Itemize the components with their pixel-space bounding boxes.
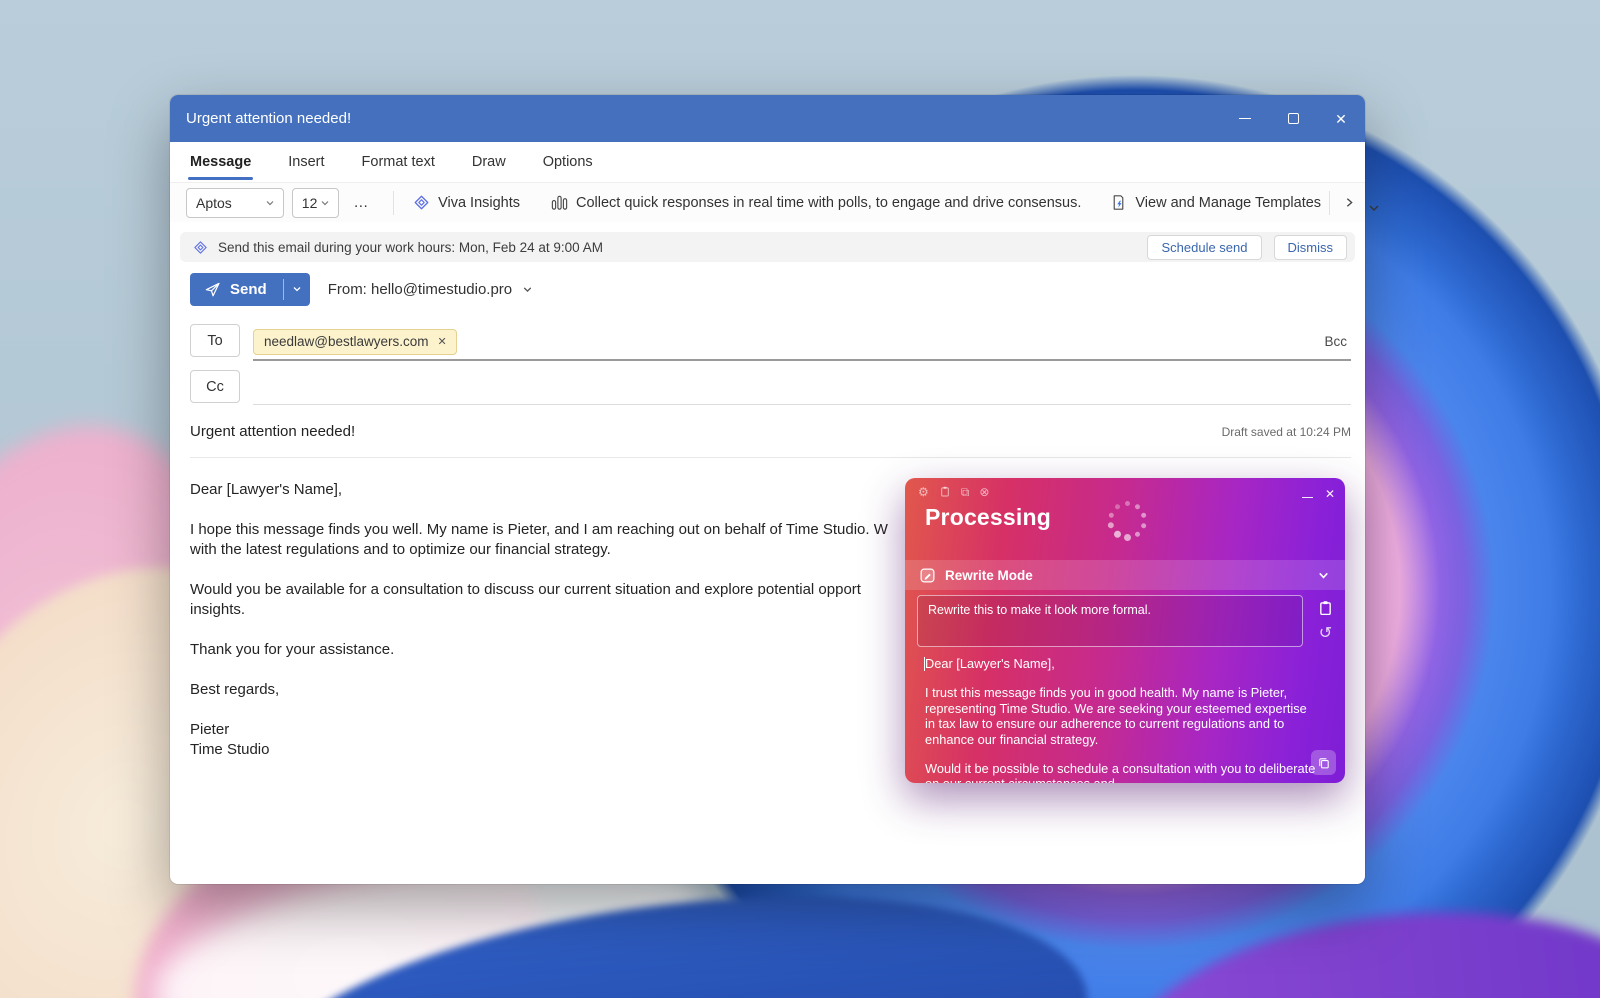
popup-window-controls: ✕ (1302, 487, 1335, 501)
font-size-select[interactable]: 12 (292, 188, 340, 218)
rewrite-mode-bar[interactable]: Rewrite Mode (905, 560, 1345, 590)
chevron-down-icon (521, 283, 534, 296)
ai-output-text: Dear [Lawyer's Name], I trust this messag… (925, 656, 1317, 783)
chevron-down-icon[interactable] (1316, 568, 1331, 583)
to-button[interactable]: To (190, 324, 240, 357)
paste-icon[interactable] (1317, 599, 1334, 617)
loading-spinner-icon (1107, 500, 1147, 540)
draft-status: Draft saved at 10:24 PM (1222, 425, 1351, 439)
dismiss-button[interactable]: Dismiss (1274, 235, 1348, 260)
font-name-select[interactable]: Aptos (186, 188, 284, 218)
titlebar[interactable]: Urgent attention needed! ✕ (170, 95, 1365, 142)
remove-recipient-icon[interactable]: ✕ (438, 335, 447, 348)
toolbar-separator (1329, 191, 1330, 215)
more-formatting-button[interactable]: … (339, 194, 383, 211)
paste-icon[interactable] (939, 485, 951, 498)
send-row: Send From: hello@timestudio.pro (190, 272, 1345, 306)
popup-minimize-icon[interactable] (1302, 497, 1313, 498)
maximize-button[interactable] (1269, 95, 1317, 142)
copy-icon[interactable]: ⧉ (961, 486, 970, 498)
tab-draw[interactable]: Draw (472, 154, 506, 170)
chevron-down-icon (291, 283, 303, 295)
maximize-icon (1288, 113, 1299, 124)
chevron-down-icon (264, 197, 276, 209)
tab-options[interactable]: Options (543, 154, 593, 170)
minimize-button[interactable] (1221, 95, 1269, 142)
chevron-down-icon (319, 197, 331, 209)
toolbar-overflow-button[interactable] (1340, 188, 1359, 218)
ribbon-tabs: Message Insert Format text Draw Options (170, 142, 1365, 182)
chevron-down-icon[interactable] (1366, 201, 1382, 215)
schedule-send-button[interactable]: Schedule send (1147, 235, 1261, 260)
ribbon-toolbar: Aptos 12 … Viva Insights Collect quick r… (170, 182, 1365, 222)
popup-header-icons: ⚙ ⧉ ⊗ (918, 485, 989, 498)
schedule-suggestion-banner: Send this email during your work hours: … (180, 232, 1355, 262)
to-field[interactable]: needlaw@bestlawyers.com ✕ Bcc (253, 324, 1351, 361)
text-cursor (924, 657, 926, 671)
toolbar-separator (393, 191, 394, 215)
send-options-dropdown[interactable] (284, 273, 310, 306)
subject-input[interactable]: Urgent attention needed! (190, 423, 1222, 440)
close-button[interactable]: ✕ (1317, 95, 1365, 142)
close-circle-icon[interactable]: ⊗ (979, 486, 989, 498)
paragraph: Would it be possible to schedule a consu… (925, 761, 1317, 783)
ai-assistant-popup: ⚙ ⧉ ⊗ ✕ Processing Rewrite Mode Rewrite … (905, 478, 1345, 783)
undo-icon[interactable]: ↺ (1319, 626, 1332, 642)
banner-text: Send this email during your work hours: … (218, 240, 1135, 255)
prompt-input[interactable]: Rewrite this to make it look more formal… (917, 595, 1303, 647)
mode-label: Rewrite Mode (945, 568, 1307, 583)
close-icon: ✕ (1335, 112, 1347, 126)
window-title: Urgent attention needed! (186, 110, 1221, 127)
send-icon (203, 280, 222, 299)
gear-icon[interactable]: ⚙ (918, 486, 929, 498)
tab-format-text[interactable]: Format text (362, 154, 435, 170)
cc-button[interactable]: Cc (190, 370, 240, 403)
tab-insert[interactable]: Insert (288, 154, 324, 170)
viva-insights-button[interactable]: Viva Insights (404, 193, 528, 212)
viva-insights-icon (412, 193, 431, 212)
from-selector[interactable]: From: hello@timestudio.pro (328, 281, 534, 298)
cc-field[interactable] (253, 370, 1351, 405)
copy-output-button[interactable] (1311, 750, 1336, 775)
send-button[interactable]: Send (190, 273, 283, 306)
templates-button[interactable]: View and Manage Templates (1101, 193, 1329, 212)
popup-title: Processing (925, 504, 1051, 531)
tab-message[interactable]: Message (190, 154, 251, 170)
template-document-icon (1109, 193, 1128, 212)
prompt-side-actions: ↺ (1317, 599, 1334, 642)
send-split-button: Send (190, 273, 310, 306)
paragraph: I trust this message finds you in good h… (925, 685, 1317, 747)
minimize-icon (1239, 118, 1251, 119)
bcc-toggle[interactable]: Bcc (1320, 334, 1351, 349)
chevron-right-icon (1343, 196, 1356, 209)
paragraph: Dear [Lawyer's Name], (925, 656, 1317, 671)
cc-row: Cc (190, 370, 1351, 406)
subject-row: Urgent attention needed! Draft saved at … (190, 406, 1351, 458)
recipient-chip[interactable]: needlaw@bestlawyers.com ✕ (253, 329, 457, 355)
viva-insights-icon (192, 239, 209, 256)
popup-close-icon[interactable]: ✕ (1325, 487, 1335, 501)
polls-button[interactable]: Collect quick responses in real time wit… (542, 193, 1089, 212)
copy-icon (1317, 756, 1331, 770)
pencil-square-icon (919, 567, 936, 584)
poll-bars-icon (550, 193, 569, 212)
to-row: To needlaw@bestlawyers.com ✕ Bcc (190, 324, 1351, 362)
